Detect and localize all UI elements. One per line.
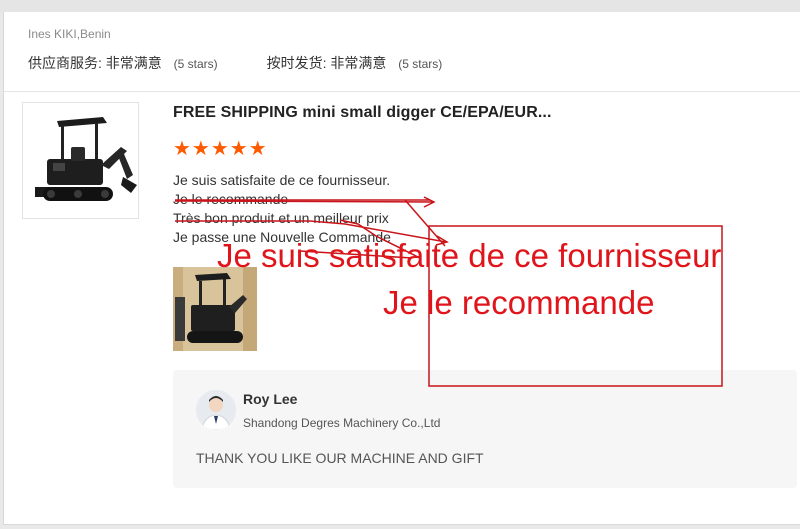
rating-label: 按时发货: bbox=[266, 55, 327, 71]
rating-note: (5 stars) bbox=[173, 57, 218, 71]
top-strip bbox=[0, 0, 800, 12]
reviewer-name: Ines KIKI,Benin bbox=[28, 27, 111, 41]
rating-supplier-service: 供应商服务: 非常满意 (5 stars) bbox=[28, 53, 218, 73]
review-photo[interactable] bbox=[173, 267, 257, 351]
annotation-text-line-2: Je le recommande bbox=[383, 284, 655, 321]
annotation-text-line-1: Je suis satisfaite de ce fournisseur bbox=[217, 237, 722, 274]
review-line: Très bon produit et un meilleur prix bbox=[173, 210, 389, 226]
rating-label: 供应商服务: bbox=[28, 55, 102, 71]
supplier-reply: Roy Lee Shandong Degres Machinery Co.,Lt… bbox=[173, 370, 797, 488]
mini-excavator-image bbox=[35, 117, 137, 201]
review-text: Je suis satisfaite de ce fournisseur. Je… bbox=[173, 171, 391, 247]
review-photo-image bbox=[173, 267, 257, 351]
rating-on-time-delivery: 按时发货: 非常满意 (5 stars) bbox=[267, 53, 443, 73]
product-thumbnail[interactable] bbox=[22, 102, 139, 219]
review-line: Je suis satisfaite de ce fournisseur. bbox=[173, 172, 391, 188]
rating-stars: ★★★★★ bbox=[173, 138, 268, 160]
avatar bbox=[196, 390, 236, 430]
product-title[interactable]: FREE SHIPPING mini small digger CE/EPA/E… bbox=[173, 104, 552, 122]
reply-text: THANK YOU LIKE OUR MACHINE AND GIFT bbox=[196, 450, 484, 466]
reply-author-name: Roy Lee bbox=[243, 391, 298, 407]
rating-value: 非常满意 bbox=[330, 55, 387, 71]
rating-value: 非常满意 bbox=[105, 55, 162, 71]
supplier-ratings: 供应商服务: 非常满意 (5 stars) 按时发货: 非常满意 (5 star… bbox=[28, 53, 442, 73]
review-line: Je le recommande bbox=[173, 191, 289, 207]
divider bbox=[4, 91, 800, 92]
reply-company-name: Shandong Degres Machinery Co.,Ltd bbox=[243, 416, 441, 430]
rating-note: (5 stars) bbox=[398, 57, 443, 71]
person-avatar-icon bbox=[196, 390, 236, 430]
